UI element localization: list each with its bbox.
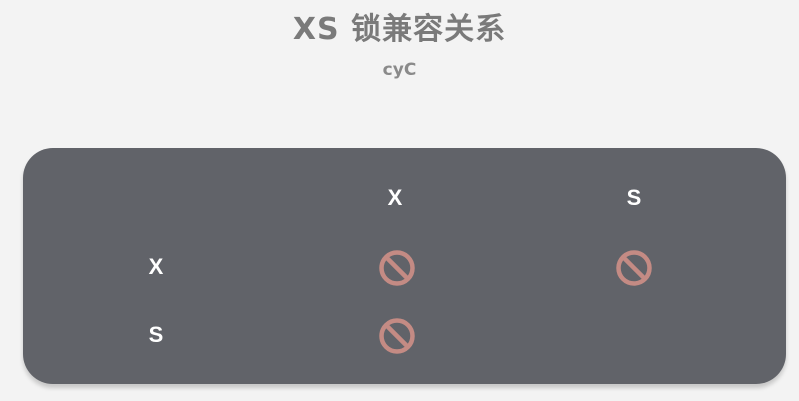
no-entry-icon bbox=[616, 250, 652, 286]
column-header-x: X bbox=[387, 185, 403, 210]
cell-x-s bbox=[614, 248, 654, 288]
row-header-x: X bbox=[148, 254, 164, 279]
page-subtitle: cyC bbox=[382, 60, 417, 80]
compatibility-matrix-card: X S X S bbox=[23, 148, 786, 384]
cell-s-s bbox=[614, 316, 654, 356]
no-entry-icon bbox=[379, 250, 415, 286]
cell-s-x bbox=[377, 316, 417, 356]
row-header-s: S bbox=[148, 322, 164, 347]
cell-x-x bbox=[377, 248, 417, 288]
page-title: XS 锁兼容关系 bbox=[292, 12, 507, 47]
column-header-s: S bbox=[626, 185, 642, 210]
page: XS 锁兼容关系 cyC X S X S bbox=[0, 0, 799, 401]
no-entry-icon bbox=[379, 318, 415, 354]
